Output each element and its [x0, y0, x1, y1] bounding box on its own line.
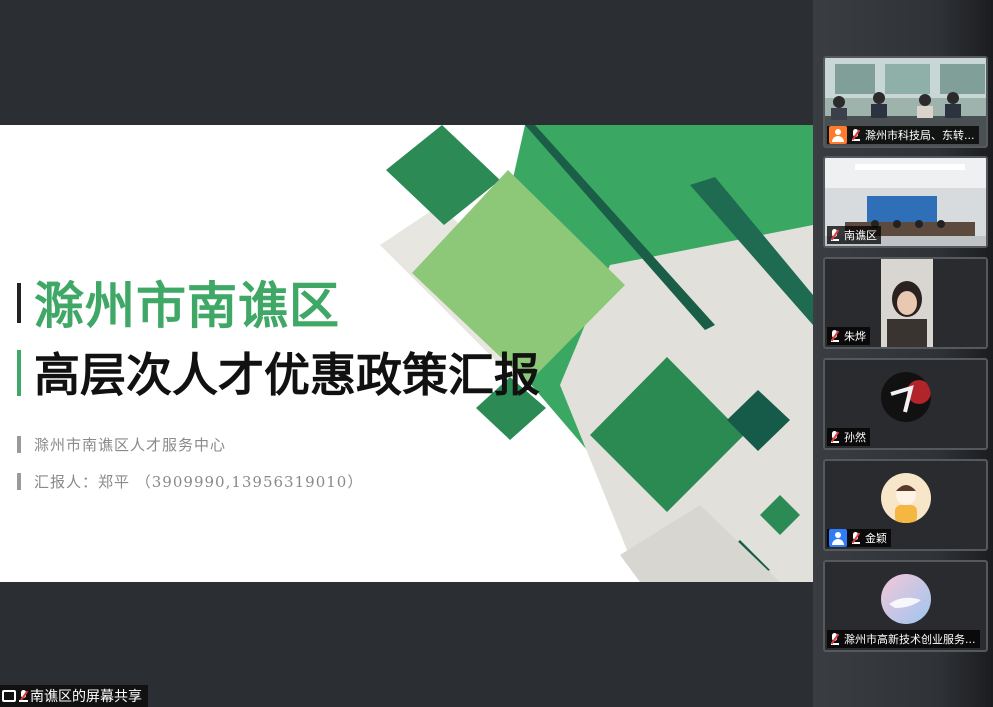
participant-tile-2[interactable]: 南谯区 — [823, 156, 988, 248]
mic-muted-icon — [850, 128, 862, 142]
participant-name: 南谯区 — [844, 229, 877, 242]
participant-label: 孙然 — [827, 428, 870, 446]
slide-title: 滁州市南谯区 — [34, 277, 340, 335]
orange-avatar-icon — [829, 126, 847, 144]
avatar-cartoon-icon — [881, 473, 931, 523]
organization-bullet — [17, 436, 21, 453]
participant-avatar — [881, 574, 931, 624]
presentation-slide: 滁州市南谯区 高层次人才优惠政策汇报 滁州市南谯区人才服务中心 汇报人：郑平 （… — [0, 125, 813, 582]
slide-reporter: 汇报人：郑平 （3909990,13956319010） — [34, 473, 364, 491]
reporter-bullet — [17, 473, 21, 490]
participant-label: 朱烨 — [827, 327, 870, 345]
participant-name: 滁州市高新技术创业服务... — [844, 633, 976, 646]
participant-tile-4[interactable]: 孙然 — [823, 358, 988, 450]
blue-avatar-icon — [829, 529, 847, 547]
title-accent-bar — [17, 283, 21, 323]
mic-muted-icon — [829, 430, 841, 444]
slide-subtitle: 高层次人才优惠政策汇报 — [34, 348, 540, 402]
subtitle-accent-bar — [17, 350, 21, 396]
mic-muted-icon — [850, 531, 862, 545]
mic-muted-icon — [19, 690, 29, 702]
participant-label: 滁州市高新技术创业服务... — [827, 630, 980, 648]
participant-label: 南谯区 — [827, 226, 881, 244]
screen-share-label: 南谯区的屏幕共享 — [0, 685, 148, 707]
screen-share-icon — [2, 690, 16, 702]
participant-avatar — [881, 473, 931, 523]
mic-muted-icon — [829, 228, 841, 242]
avatar-dark-icon — [881, 372, 931, 422]
shared-screen-area: 滁州市南谯区 高层次人才优惠政策汇报 滁州市南谯区人才服务中心 汇报人：郑平 （… — [0, 0, 813, 707]
mic-muted-icon — [829, 329, 841, 343]
participant-sidebar: 滁州市科技局、东转... 南谯区 朱烨 孙然 金颖 滁州市高新技术创业服务... — [813, 0, 993, 707]
participant-name: 金颖 — [865, 532, 887, 545]
slide-organization: 滁州市南谯区人才服务中心 — [34, 436, 227, 454]
participant-name: 孙然 — [844, 431, 866, 444]
participant-tile-1[interactable]: 滁州市科技局、东转... — [823, 56, 988, 148]
participant-avatar — [881, 372, 931, 422]
screen-share-text: 南谯区的屏幕共享 — [30, 689, 142, 705]
participant-tile-6[interactable]: 滁州市高新技术创业服务... — [823, 560, 988, 652]
participant-name: 滁州市科技局、东转... — [865, 129, 975, 142]
avatar-sky-icon — [881, 574, 931, 624]
mic-muted-icon — [829, 632, 841, 646]
participant-label: 金颖 — [827, 529, 891, 547]
participant-name: 朱烨 — [844, 330, 866, 343]
participant-label: 滁州市科技局、东转... — [827, 126, 979, 144]
participant-tile-5[interactable]: 金颖 — [823, 459, 988, 551]
participant-tile-3[interactable]: 朱烨 — [823, 257, 988, 349]
